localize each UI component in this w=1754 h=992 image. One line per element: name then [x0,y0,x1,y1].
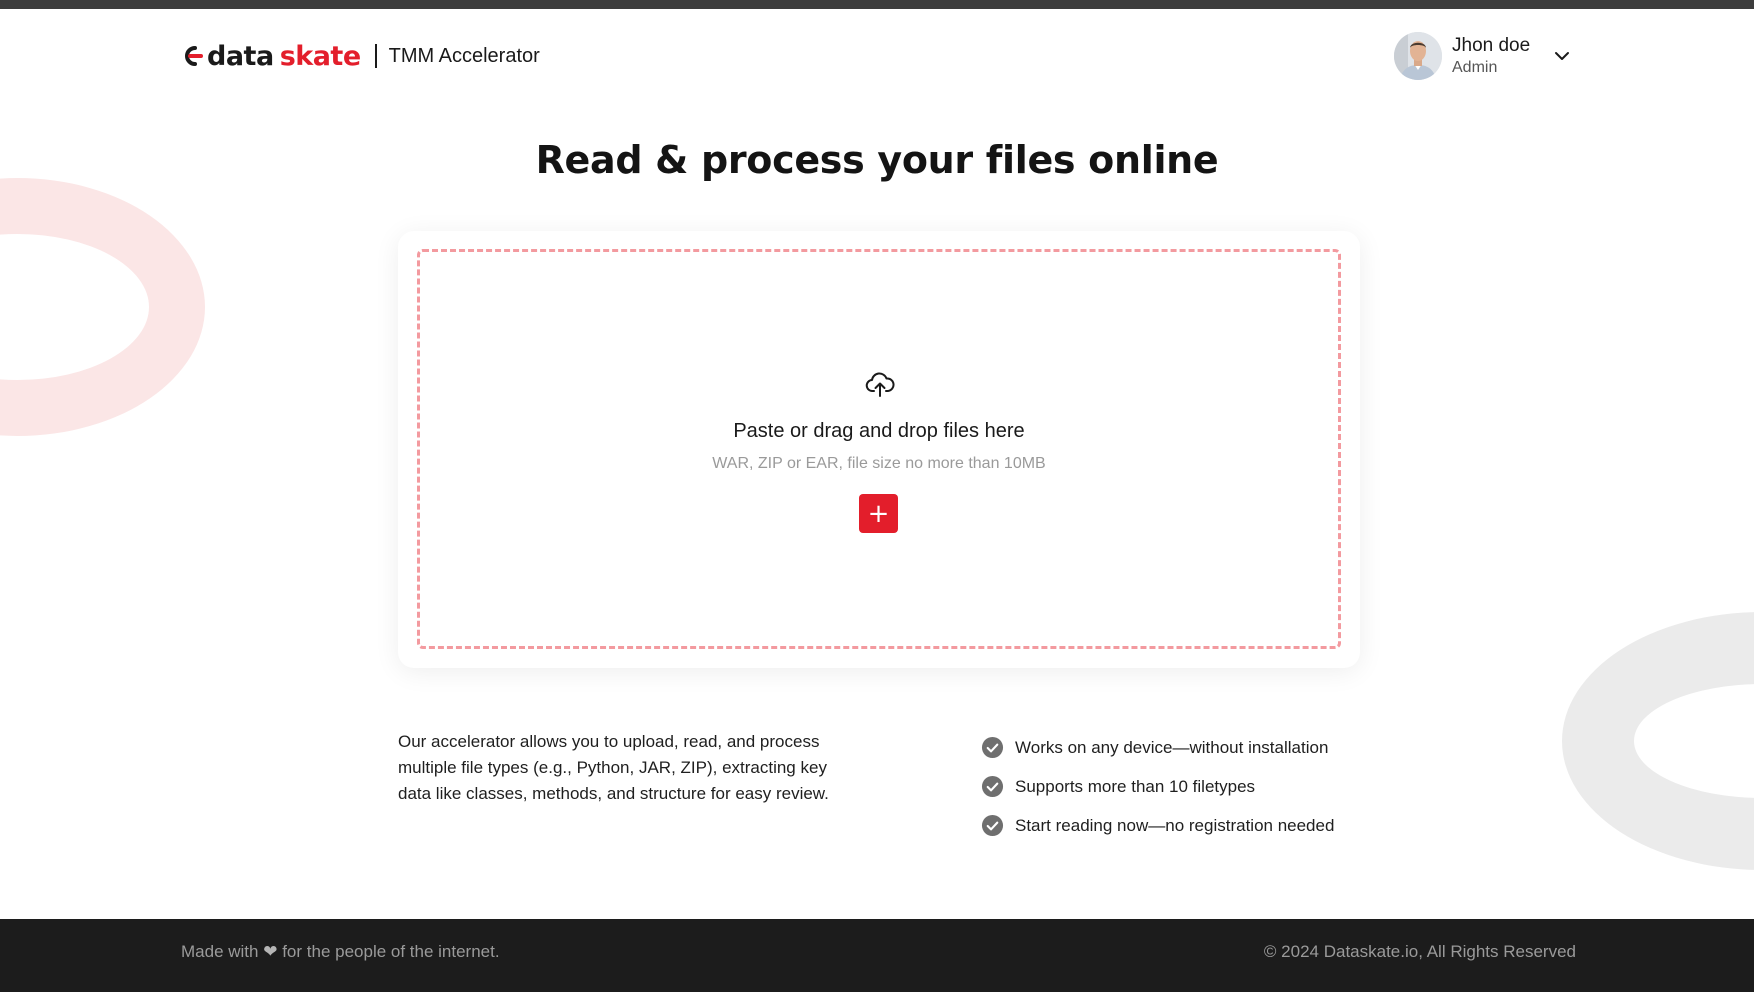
add-file-button[interactable]: + [859,494,898,533]
dropzone-title: Paste or drag and drop files here [733,420,1025,442]
feature-list: Works on any device—without installation… [981,728,1334,845]
footer-tagline: Made with ❤ for the people of the intern… [181,942,500,962]
dataskate-logo-icon [185,46,203,66]
chevron-down-icon[interactable] [1552,46,1572,66]
feature-text: Start reading now—no registration needed [1015,815,1335,835]
feature-item: Works on any device—without installation [981,728,1334,767]
feature-text: Supports more than 10 filetypes [1015,776,1256,796]
brand-divider [374,44,377,68]
decorative-ring-left [0,178,205,436]
heart-icon: ❤ [263,942,278,961]
logo-text-skate: skate [279,40,361,72]
brand[interactable]: data skate TMM Accelerator [181,39,540,73]
check-circle-icon [981,775,1004,798]
check-circle-icon [981,814,1004,837]
product-name: TMM Accelerator [388,44,540,67]
user-menu[interactable]: Jhon doe Admin [1394,30,1574,82]
footer-made-for: for the people of the internet. [282,942,500,961]
top-strip [0,0,1754,9]
decorative-ring-right [1562,612,1754,870]
upload-card: Paste or drag and drop files here WAR, Z… [398,231,1360,668]
page: data skate TMM Accelerator Jhon doe Admi… [0,0,1754,992]
feature-item: Start reading now—no registration needed [981,806,1334,845]
file-dropzone[interactable]: Paste or drag and drop files here WAR, Z… [417,249,1341,649]
feature-item: Supports more than 10 filetypes [981,767,1334,806]
logo-text-data: data [207,40,274,72]
plus-icon: + [867,498,890,529]
dropzone-hint: WAR, ZIP or EAR, file size no more than … [712,455,1046,472]
footer-copyright: © 2024 Dataskate.io, All Rights Reserved [1263,942,1576,961]
user-info[interactable]: Jhon doe Admin [1452,35,1530,77]
feature-text: Works on any device—without installation [1015,737,1329,757]
header: data skate TMM Accelerator Jhon doe Admi… [0,9,1754,99]
user-avatar-photo [1394,32,1442,80]
accelerator-description: Our accelerator allows you to upload, re… [398,732,829,803]
user-avatar[interactable] [1394,32,1442,80]
cloud-upload-icon [865,372,895,397]
user-role: Admin [1452,58,1498,76]
footer-made-with: Made with [181,942,259,961]
check-circle-icon [981,736,1004,759]
page-title: Read & process your files online [535,138,1219,182]
user-name: Jhon doe [1452,34,1531,56]
footer: Made with ❤ for the people of the intern… [0,919,1754,992]
